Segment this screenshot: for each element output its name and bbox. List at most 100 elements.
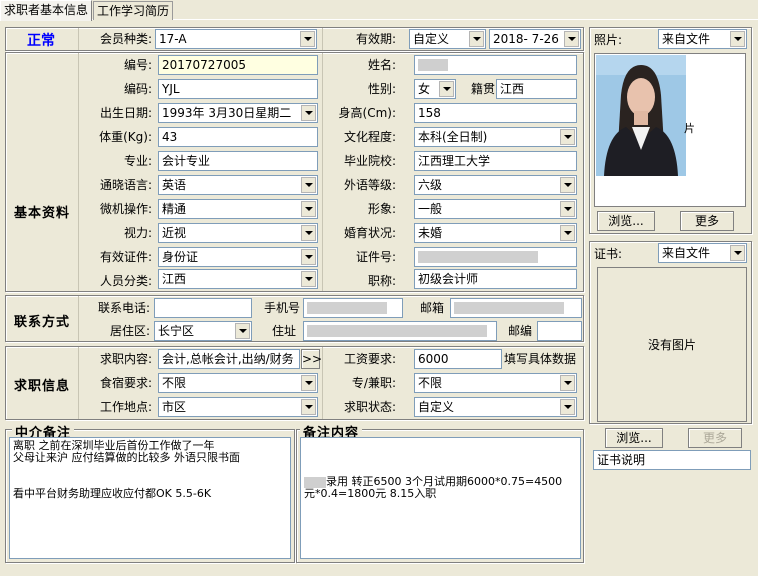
chevron-down-icon	[560, 375, 575, 391]
phone-field[interactable]	[154, 298, 252, 318]
photo-overlay-text: 片	[684, 122, 695, 135]
marital-label: 婚育状况:	[343, 226, 396, 240]
fulltime-select[interactable]: 不限	[414, 373, 577, 393]
height-field[interactable]: 158	[414, 103, 577, 123]
district-select[interactable]: 长宁区	[154, 321, 252, 341]
chevron-down-icon	[730, 245, 745, 261]
major-field[interactable]: 会计专业	[158, 151, 318, 171]
image-label: 形象:	[367, 202, 396, 216]
vision-select[interactable]: 近视	[158, 223, 318, 243]
location-select[interactable]: 市区	[158, 397, 318, 417]
cert-no-image-text: 没有图片	[647, 338, 696, 352]
mobile-field[interactable]	[303, 298, 403, 318]
salary-field[interactable]: 6000	[414, 349, 502, 369]
birth-date-picker[interactable]: 1993年 3月30日星期二	[158, 103, 318, 123]
chevron-down-icon	[564, 31, 579, 47]
cert-description-field[interactable]: 证书说明	[593, 450, 751, 470]
chevron-down-icon	[560, 201, 575, 217]
vision-label: 视力:	[123, 226, 152, 240]
image-select[interactable]: 一般	[414, 199, 577, 219]
validity-date-picker[interactable]: 2018- 7-26	[489, 29, 581, 49]
photo-label: 照片:	[594, 33, 623, 47]
chevron-down-icon	[560, 399, 575, 415]
chevron-down-icon	[439, 81, 454, 97]
job-content-field[interactable]: 会计,总帐会计,出纳/财务	[158, 349, 300, 369]
fl-level-label: 外语等级:	[343, 178, 396, 192]
email-field[interactable]	[450, 298, 582, 318]
code-label: 编码:	[123, 82, 152, 96]
chevron-down-icon	[560, 129, 575, 145]
job-state-select[interactable]: 自定义	[414, 397, 577, 417]
agency-note-text[interactable]: 离职 之前在深圳毕业后首份工作做了一年 父母让来沪 应付结算做的比较多 外语只限…	[9, 437, 291, 559]
cert-source-select[interactable]: 来自文件	[658, 243, 747, 263]
school-field[interactable]: 江西理工大学	[414, 151, 577, 171]
gender-select[interactable]: 女	[414, 79, 456, 99]
serial-field[interactable]: 20170727005	[158, 55, 318, 75]
photo-source-select[interactable]: 来自文件	[658, 29, 747, 49]
name-label: 姓名:	[367, 58, 396, 72]
id-no-field[interactable]	[414, 247, 577, 267]
board-select[interactable]: 不限	[158, 373, 318, 393]
cert-label: 证书:	[594, 247, 623, 261]
prof-title-label: 职称:	[367, 274, 396, 288]
chevron-down-icon	[560, 177, 575, 193]
chevron-down-icon	[730, 31, 745, 47]
weight-field[interactable]: 43	[158, 127, 318, 147]
photo-browse-button[interactable]: 浏览...	[597, 211, 655, 231]
native-field[interactable]: 江西	[496, 79, 577, 99]
gender-label: 性别:	[367, 82, 396, 96]
status-text: 正常	[27, 33, 55, 49]
chevron-down-icon	[301, 201, 316, 217]
chevron-down-icon	[301, 399, 316, 415]
native-label: 籍贯	[470, 82, 495, 96]
tab-resume[interactable]: 工作学习简历	[93, 1, 173, 20]
id-type-label: 有效证件:	[99, 250, 152, 264]
chevron-down-icon	[301, 375, 316, 391]
name-field[interactable]	[414, 55, 577, 75]
chevron-down-icon	[469, 31, 484, 47]
location-label: 工作地点:	[99, 400, 152, 414]
chevron-down-icon	[301, 105, 316, 121]
photo-image	[596, 55, 686, 176]
member-type-select[interactable]: 17-A	[155, 29, 317, 49]
school-label: 毕业院校:	[343, 154, 396, 168]
job-content-more-button[interactable]: >>	[301, 349, 322, 369]
district-label: 居住区:	[109, 324, 150, 338]
address-label: 住址	[271, 324, 296, 338]
email-label: 邮箱	[419, 301, 444, 315]
chevron-down-icon	[300, 31, 315, 47]
major-label: 专业:	[123, 154, 152, 168]
prof-title-field[interactable]: 初级会计师	[414, 269, 577, 289]
validity-type-select[interactable]: 自定义	[409, 29, 486, 49]
tab-basic-info[interactable]: 求职者基本信息	[0, 0, 92, 21]
postcode-field[interactable]	[537, 321, 582, 341]
category-select[interactable]: 江西	[158, 269, 318, 289]
mobile-label: 手机号	[263, 301, 300, 315]
cert-browse-button[interactable]: 浏览...	[605, 428, 663, 448]
job-state-label: 求职状态:	[343, 400, 396, 414]
chevron-down-icon	[301, 177, 316, 193]
computer-select[interactable]: 精通	[158, 199, 318, 219]
validity-label: 有效期:	[355, 32, 396, 46]
salary-hint: 填写具体数据	[504, 352, 577, 366]
language-select[interactable]: 英语	[158, 175, 318, 195]
section-title-basic: 基本资料	[13, 206, 70, 221]
section-title-job: 求职信息	[13, 379, 70, 394]
weight-label: 体重(Kg):	[99, 130, 152, 144]
education-select[interactable]: 本科(全日制)	[414, 127, 577, 147]
chevron-down-icon	[560, 225, 575, 241]
remark-text[interactable]: 录用 转正6500 3个月试用期6000*0.75=4500 元*0.4=180…	[300, 437, 581, 559]
marital-select[interactable]: 未婚	[414, 223, 577, 243]
fl-level-select[interactable]: 六级	[414, 175, 577, 195]
computer-label: 微机操作:	[99, 202, 152, 216]
id-type-select[interactable]: 身份证	[158, 247, 318, 267]
fulltime-label: 专/兼职:	[351, 376, 396, 390]
photo-more-button[interactable]: 更多	[680, 211, 734, 231]
category-label: 人员分类:	[99, 274, 152, 288]
cert-more-button[interactable]: 更多	[688, 428, 742, 448]
education-label: 文化程度:	[343, 130, 396, 144]
code-field[interactable]: YJL	[158, 79, 318, 99]
address-field[interactable]	[303, 321, 497, 341]
chevron-down-icon	[301, 271, 316, 287]
height-label: 身高(Cm):	[338, 106, 396, 120]
